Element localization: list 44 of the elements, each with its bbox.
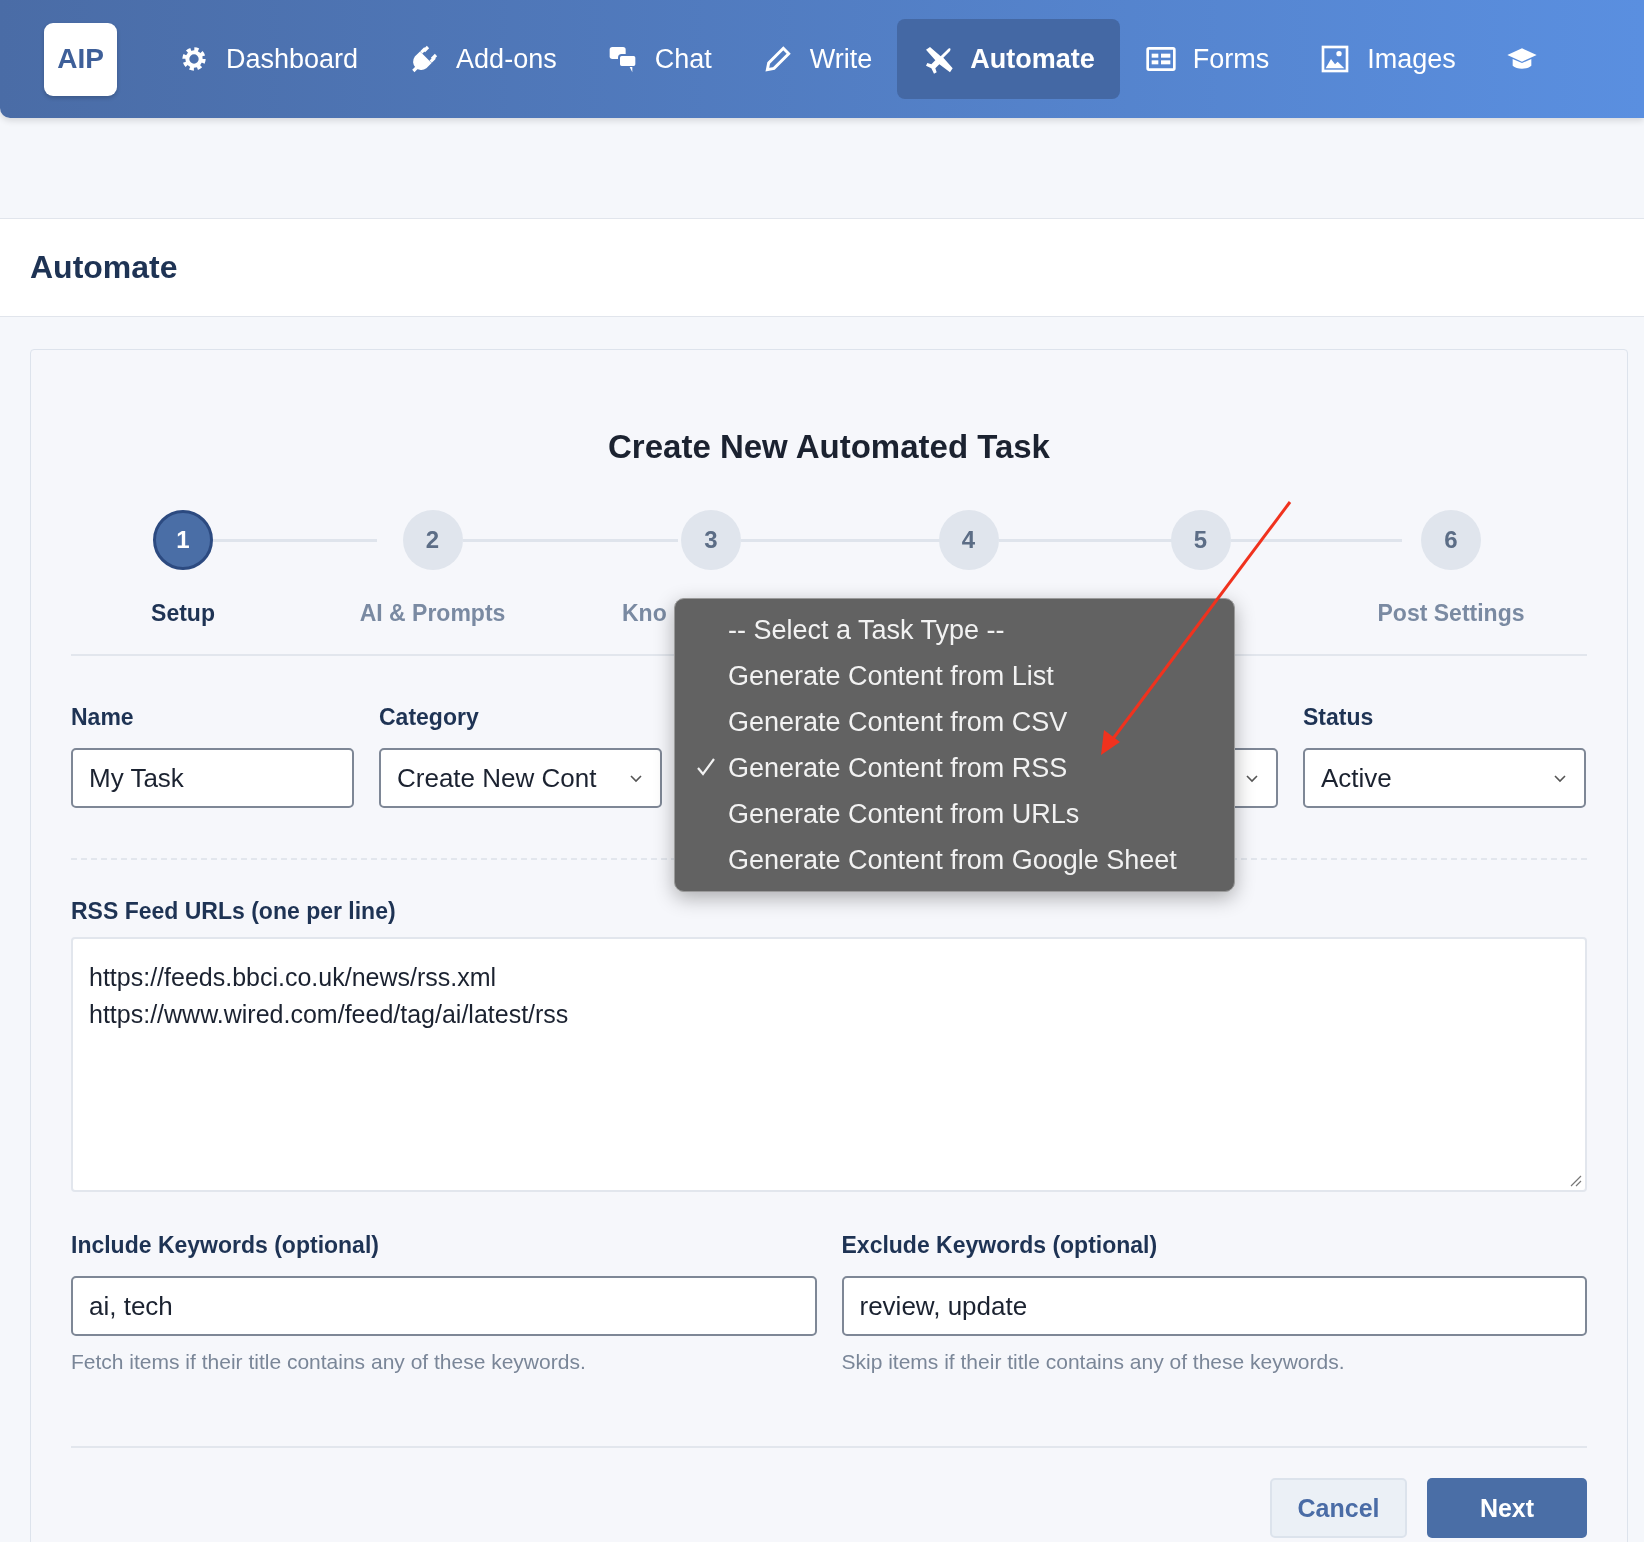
field-label: RSS Feed URLs (one per line)	[71, 898, 397, 925]
nav-tab[interactable]: Automate	[897, 19, 1120, 99]
field-hint: Fetch items if their title contains any of these keywords.	[71, 1350, 587, 1374]
nav-tab[interactable]: Chat	[581, 19, 737, 99]
resize-grip-icon[interactable]	[1568, 1173, 1582, 1187]
step-circle[interactable]: 2	[402, 510, 463, 570]
field-label: Name	[71, 704, 134, 730]
step-label: Kno	[622, 600, 667, 626]
field-label: Category	[379, 704, 479, 730]
textarea-field[interactable]: https://feeds.bbci.co.uk/news/rss.xml https://www.wired.com/feed/tag/ai/latest/rss	[71, 937, 1587, 1192]
page-title: Automate	[30, 249, 178, 286]
cancel-button[interactable]: Cancel	[1270, 1478, 1407, 1538]
nav-tab[interactable]: Dashboard	[153, 19, 384, 99]
next-button[interactable]: Next	[1427, 1478, 1587, 1538]
step-label: AI & Prompts	[359, 600, 506, 626]
card-title: Create New Automated Task	[607, 428, 1051, 466]
keywords-field[interactable]: ai, tech	[71, 1276, 817, 1336]
step-label: Setup	[151, 600, 215, 626]
step-circle[interactable]: 1	[153, 510, 213, 570]
menu-item[interactable]: Generate Content from List	[675, 653, 1234, 699]
step-circle[interactable]: 3	[681, 510, 741, 570]
check-icon	[696, 757, 716, 777]
nav-tab[interactable]: Write	[736, 19, 898, 99]
logo[interactable]: AIP	[44, 22, 117, 96]
step-circle[interactable]: 6	[1421, 510, 1481, 570]
step-circle[interactable]: 4	[938, 510, 999, 570]
field-label: Include Keywords (optional)	[71, 1232, 380, 1260]
menu-item[interactable]: Generate Content from RSS	[675, 745, 1234, 791]
nav-tab[interactable]: Add-ons	[383, 19, 582, 99]
menu-item[interactable]: Generate Content from URLs	[675, 791, 1234, 837]
menu-item[interactable]: Generate Content from CSV	[675, 699, 1234, 745]
field-label: Exclude Keywords (optional)	[841, 1232, 1159, 1260]
step-label: Post Settings	[1377, 600, 1525, 626]
select-field[interactable]: Create New Cont	[379, 748, 662, 808]
keywords-field[interactable]: review, update	[841, 1276, 1587, 1336]
menu-item[interactable]: Generate Content from Google Sheet	[675, 837, 1234, 883]
nav-tab[interactable]: Forms	[1119, 19, 1295, 99]
nav-tab[interactable]: Images	[1294, 19, 1481, 99]
field-hint: Skip items if their title contains any of these keywords.	[841, 1350, 1346, 1374]
menu-item[interactable]: -- Select a Task Type --	[675, 607, 1234, 653]
field-label: Status	[1303, 704, 1374, 730]
name-field[interactable]: My Task	[71, 748, 354, 808]
select-field[interactable]: Active	[1303, 748, 1586, 808]
step-circle[interactable]: 5	[1170, 510, 1231, 570]
